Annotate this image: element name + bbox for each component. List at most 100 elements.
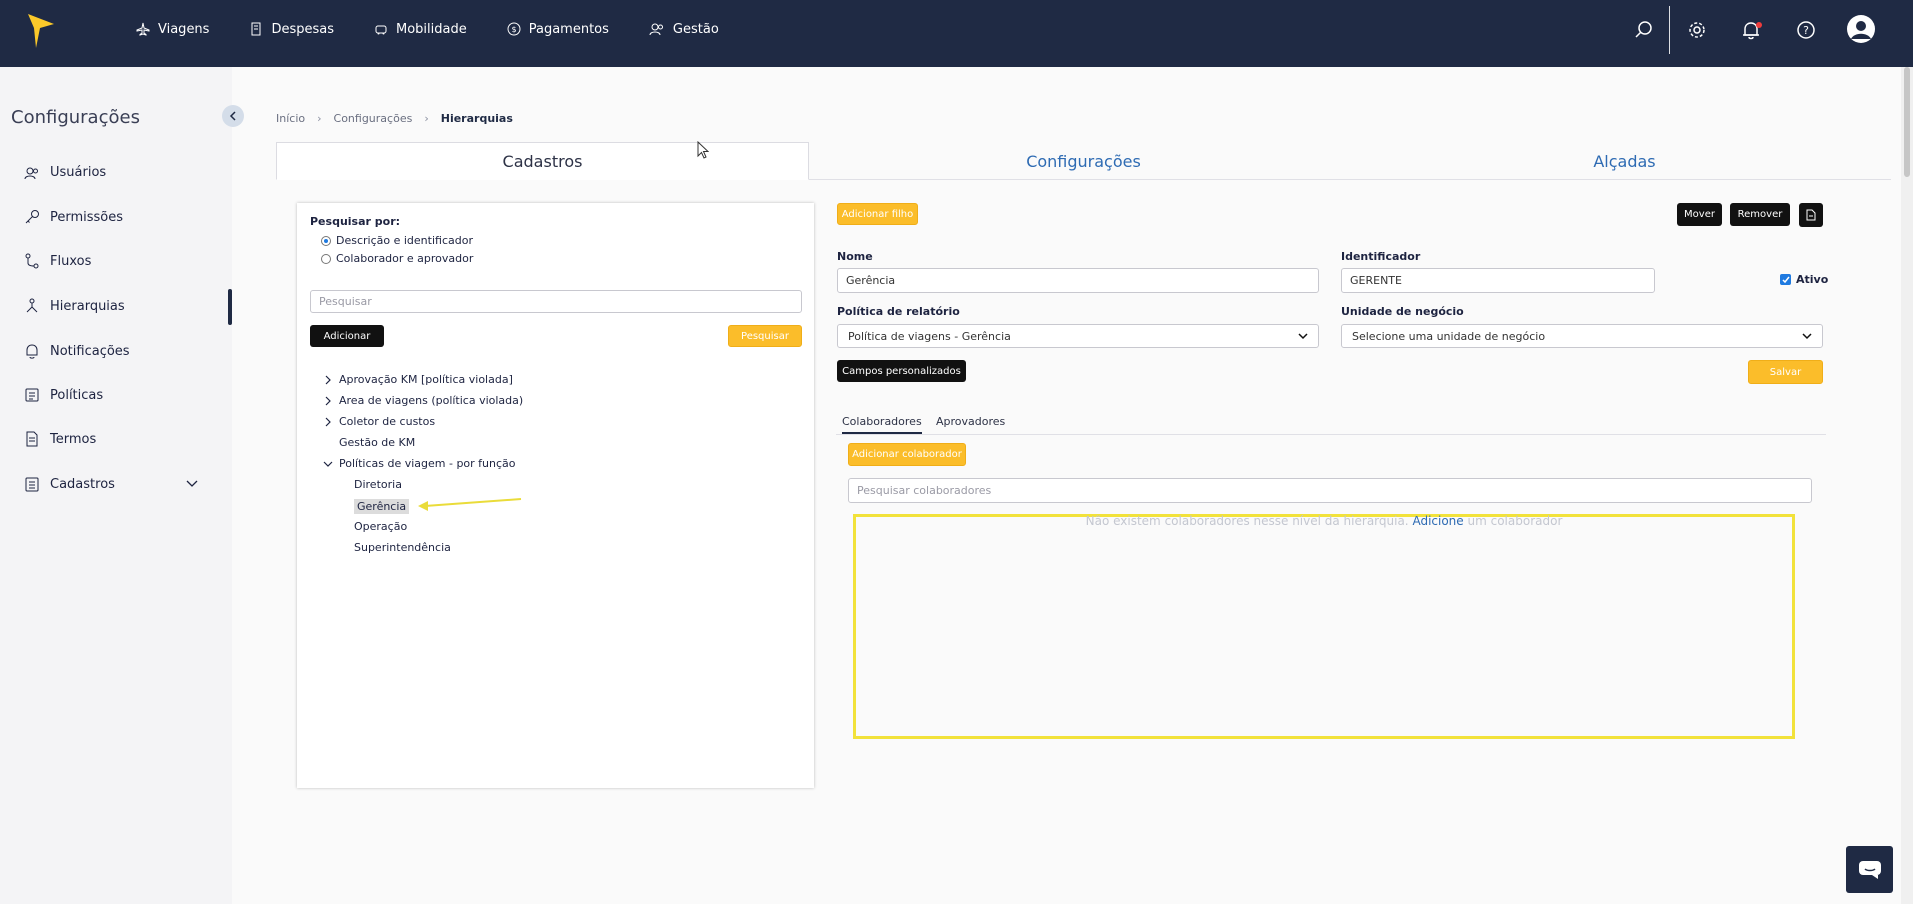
sidebar-item-fluxos[interactable]: Fluxos	[24, 253, 91, 269]
nav-gestao[interactable]: Gestão	[649, 22, 719, 37]
page-scrollbar[interactable]	[1901, 67, 1913, 904]
avatar-icon[interactable]	[1846, 14, 1876, 44]
svg-text:?: ?	[1803, 24, 1809, 37]
radio-button[interactable]	[321, 253, 331, 264]
breadcrumb-home[interactable]: Início	[276, 112, 305, 125]
users-icon	[649, 23, 663, 36]
breadcrumb-separator: ›	[317, 112, 322, 125]
report-policy-label: Política de relatório	[837, 305, 960, 318]
search-button[interactable]: Pesquisar	[728, 325, 802, 347]
sidebar-item-label: Fluxos	[50, 253, 92, 269]
collaborator-tabs: Colaboradores Aprovadores	[836, 410, 1826, 435]
tree-node[interactable]: Area de viagens (política violada)	[323, 394, 523, 407]
tree-node[interactable]: Coletor de custos	[323, 415, 435, 428]
select-value: Política de viagens - Gerência	[848, 329, 1011, 343]
tree-node-label: Superintendência	[354, 541, 451, 554]
nav-mobilidade[interactable]: Mobilidade	[374, 22, 467, 37]
tree-child[interactable]: Diretoria	[354, 478, 402, 491]
tree-node-label: Gestão de KM	[339, 436, 416, 449]
custom-fields-button[interactable]: Campos personalizados	[837, 360, 966, 382]
select-value: Selecione uma unidade de negócio	[1352, 329, 1546, 343]
car-icon	[375, 25, 387, 35]
chevron-right-icon	[325, 375, 331, 384]
tab-colaboradores[interactable]: Colaboradores	[842, 415, 922, 434]
name-input[interactable]: Gerência	[837, 268, 1319, 293]
add-button[interactable]: Adicionar	[310, 325, 384, 347]
breadcrumb-separator: ›	[424, 112, 429, 125]
chevron-down-icon	[1802, 332, 1812, 339]
nav-label: Despesas	[271, 21, 334, 37]
tree-node-label: Operação	[354, 520, 408, 533]
sidebar-title: Configurações	[11, 107, 140, 128]
nav-label: Viagens	[158, 21, 210, 37]
active-label: Ativo	[1796, 273, 1829, 286]
receipt-icon	[251, 22, 261, 36]
tree-node[interactable]: Aprovação KM [política violada]	[323, 373, 513, 386]
add-collaborator-button[interactable]: Adicionar colaborador	[848, 443, 966, 466]
sidebar-item-notificacoes[interactable]: Notificações	[24, 343, 130, 359]
tab-alcadas[interactable]: Alçadas	[1358, 142, 1891, 180]
chevron-right-icon	[325, 417, 331, 426]
tab-configuracoes[interactable]: Configurações	[809, 142, 1358, 180]
navbar-divider	[1669, 6, 1670, 54]
empty-collaborators-message: Não existem colaboradores nesse nível da…	[853, 514, 1795, 528]
tab-aprovadores[interactable]: Aprovadores	[936, 415, 1005, 428]
search-by-label: Pesquisar por:	[310, 215, 401, 228]
chat-button[interactable]	[1846, 846, 1893, 893]
tree-child[interactable]: Operação	[354, 520, 407, 533]
move-button[interactable]: Mover	[1677, 203, 1722, 226]
sidebar-item-cadastros[interactable]: Cadastros	[24, 476, 115, 492]
report-policy-select[interactable]: Política de viagens - Gerência	[837, 324, 1319, 348]
collaborator-search-input[interactable]: Pesquisar colaboradores	[848, 478, 1812, 503]
bell-icon	[26, 344, 38, 359]
tree-node-expanded[interactable]: Políticas de viagem - por função	[323, 457, 516, 470]
nav-viagens[interactable]: Viagens	[136, 22, 209, 37]
nav-pagamentos[interactable]: $ Pagamentos	[507, 22, 609, 37]
add-child-button[interactable]: Adicionar filho	[837, 203, 918, 225]
active-checkbox[interactable]	[1780, 274, 1791, 285]
sidebar-item-hierarquias[interactable]: Hierarquias	[24, 298, 125, 314]
radio-description[interactable]: Descrição e identificador	[321, 234, 473, 247]
tree-child[interactable]: Superintendência	[354, 541, 451, 554]
sidebar: Configurações Usuários Permissões Fluxos…	[0, 67, 232, 904]
sidebar-item-permissoes[interactable]: Permissões	[24, 209, 123, 225]
radio-button-checked[interactable]	[321, 235, 331, 246]
collapse-sidebar-button[interactable]	[222, 105, 244, 127]
radio-collaborator[interactable]: Colaborador e aprovador	[321, 252, 473, 265]
search-input[interactable]: Pesquisar	[310, 290, 802, 313]
main-nav: Viagens Despesas Mobilidade $ Pagamentos…	[136, 0, 759, 58]
chevron-down-icon[interactable]	[186, 480, 198, 488]
business-unit-label: Unidade de negócio	[1341, 305, 1464, 318]
sidebar-item-politicas[interactable]: Políticas	[24, 387, 103, 403]
file-icon	[1806, 209, 1816, 221]
chevron-down-icon	[323, 461, 333, 467]
business-unit-select[interactable]: Selecione uma unidade de negócio	[1341, 324, 1823, 348]
sidebar-item-usuarios[interactable]: Usuários	[24, 165, 106, 180]
export-button[interactable]	[1799, 203, 1823, 227]
tree-node-label: Aprovação KM [política violada]	[339, 373, 513, 386]
search-icon[interactable]	[1633, 19, 1655, 41]
empty-text-suffix: um colaborador	[1467, 514, 1563, 528]
sidebar-item-termos[interactable]: Termos	[24, 431, 96, 447]
tree-child-selected[interactable]: Gerência	[354, 499, 410, 514]
hierarchy-icon	[26, 298, 38, 313]
save-button[interactable]: Salvar	[1748, 360, 1823, 384]
identifier-input[interactable]: GERENTE	[1341, 268, 1655, 293]
tree-node-label: Coletor de custos	[339, 415, 436, 428]
help-icon[interactable]: ?	[1795, 19, 1817, 41]
nav-despesas[interactable]: Despesas	[249, 22, 334, 37]
hierarchy-search-panel: Pesquisar por: Descrição e identificador…	[297, 203, 814, 788]
remove-button[interactable]: Remover	[1730, 203, 1790, 226]
scrollbar-thumb[interactable]	[1904, 67, 1910, 177]
tab-cadastros[interactable]: Cadastros	[276, 142, 809, 180]
sidebar-item-label: Termos	[50, 431, 97, 447]
add-collaborator-link[interactable]: Adicione	[1412, 514, 1463, 528]
chevron-left-icon	[229, 111, 236, 121]
tree-node[interactable]: Gestão de KM	[339, 436, 415, 449]
sidebar-item-label: Permissões	[50, 209, 124, 225]
sidebar-item-label: Usuários	[50, 165, 107, 180]
logo-icon[interactable]	[28, 14, 54, 48]
gear-icon[interactable]	[1686, 19, 1708, 41]
breadcrumb-section[interactable]: Configurações	[334, 112, 413, 125]
empty-collaborators-highlight	[853, 514, 1795, 739]
